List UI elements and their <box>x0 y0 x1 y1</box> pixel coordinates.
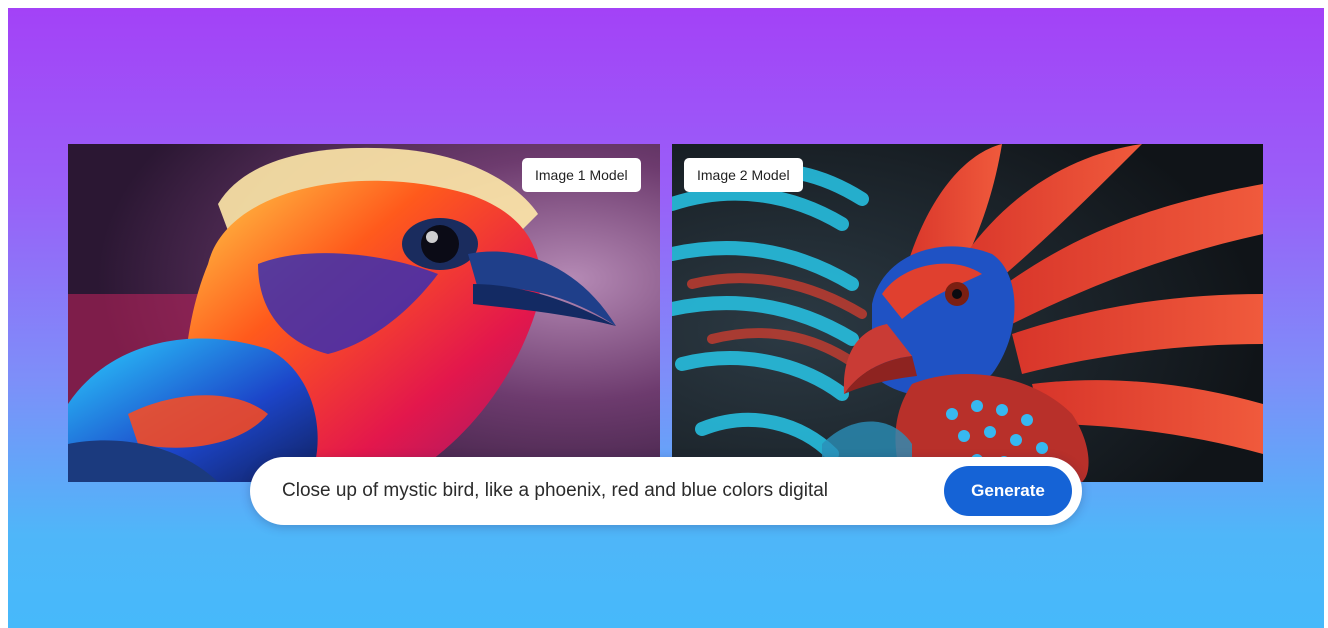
image-2-panel[interactable]: Image 2 Model <box>672 144 1263 482</box>
prompt-bar: Generate <box>250 457 1082 525</box>
generate-button[interactable]: Generate <box>944 466 1072 516</box>
image-1-model-label: Image 1 Model <box>522 158 641 192</box>
prompt-input[interactable] <box>282 457 932 525</box>
image-2-model-label: Image 2 Model <box>684 158 803 192</box>
bird-illustration-icon <box>68 144 660 482</box>
phoenix-illustration-icon <box>672 144 1263 482</box>
image-1-panel[interactable]: Image 1 Model <box>68 144 660 482</box>
hero-stage: Image 1 Model Image 2 Model Close up of … <box>8 8 1324 628</box>
